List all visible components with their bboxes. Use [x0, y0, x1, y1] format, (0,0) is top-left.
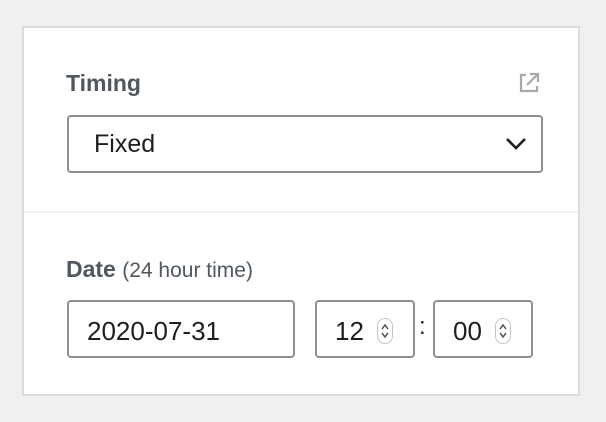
timing-section: Timing Fixed	[24, 28, 578, 213]
chevron-down-icon	[505, 136, 527, 152]
timing-select[interactable]: Fixed	[67, 115, 543, 173]
date-input-value: 2020-07-31	[87, 316, 220, 346]
date-label: Date (24 hour time)	[66, 256, 253, 283]
spinner-arrows-icon[interactable]	[495, 318, 511, 344]
date-format-note: (24 hour time)	[122, 259, 253, 282]
hour-input-value: 12	[335, 316, 364, 346]
external-link-icon[interactable]	[516, 70, 542, 96]
spinner-arrows-icon[interactable]	[377, 318, 393, 344]
timing-select-value: Fixed	[94, 130, 156, 158]
timing-panel: Timing Fixed Date (24 hour time) 2020-07…	[22, 26, 580, 396]
date-input[interactable]: 2020-07-31	[67, 300, 295, 358]
minute-input[interactable]: 00	[433, 300, 533, 358]
time-separator: :	[419, 313, 426, 340]
hour-input[interactable]: 12	[315, 300, 415, 358]
date-label-text: Date	[66, 256, 116, 282]
minute-input-value: 00	[453, 316, 482, 346]
timing-label: Timing	[66, 70, 141, 96]
